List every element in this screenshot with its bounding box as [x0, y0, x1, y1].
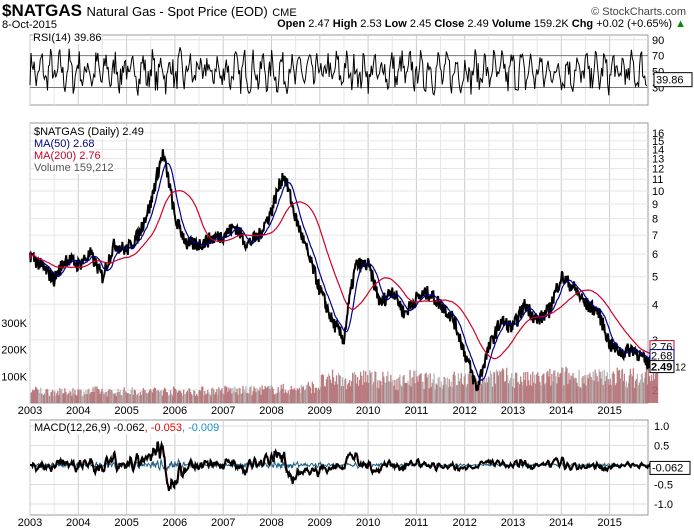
- year-label: 2010: [356, 405, 380, 417]
- chart-canvas: 2003 2004 2005 2006 2007 2008 2009 2010 2011 2012…: [1, 34, 693, 529]
- year-label: 2008: [259, 405, 283, 417]
- year-label: 2004: [66, 517, 90, 529]
- year-label: 2012: [452, 405, 476, 417]
- price-tick: 8: [652, 214, 658, 226]
- chg-value: +0.02 (+0.65%): [596, 18, 673, 30]
- year-label: 2006: [163, 517, 187, 529]
- price-last-tag-value: 2.49: [651, 362, 672, 374]
- price-tick: 7: [652, 230, 658, 242]
- year-label: 2009: [308, 517, 332, 529]
- year-label: 2005: [114, 517, 138, 529]
- rsi-tick: 70: [652, 51, 664, 63]
- rsi-legend: RSI(14) 39.86: [33, 32, 102, 44]
- year-label: 2007: [211, 517, 235, 529]
- chg-label: Chg: [571, 18, 594, 30]
- macd-tick: 0.5: [654, 441, 669, 453]
- quote-date: 8-Oct-2015: [2, 19, 58, 31]
- year-label: 2014: [549, 517, 573, 529]
- panel-main: [29, 122, 649, 404]
- price-tick: 6: [652, 249, 658, 261]
- price-tick: 11: [652, 174, 663, 186]
- year-label: 2013: [501, 405, 525, 417]
- macd-legend: MACD(12,26,9) -0.062, -0.053, -0.009: [34, 422, 220, 434]
- year-label: 2015: [597, 517, 621, 529]
- security-name: Natural Gas - Spot Price (EOD): [86, 4, 268, 19]
- ma200-legend: MA(200) 2.76: [34, 150, 101, 162]
- close-value: 2.49: [467, 18, 489, 30]
- header-title: $NATGAS Natural Gas - Spot Price (EOD) C…: [2, 1, 297, 21]
- year-label: 2004: [66, 405, 90, 417]
- year-label: 2012: [452, 517, 476, 529]
- year-label: 2003: [18, 405, 42, 417]
- year-label: 2013: [501, 517, 525, 529]
- low-value: 2.45: [409, 18, 432, 30]
- year-label: 2005: [114, 405, 138, 417]
- macd-tick: -0.5: [654, 480, 673, 492]
- quote-summary: Open 2.47 High 2.53 Low 2.45 Close 2.49 …: [277, 18, 686, 30]
- volume-label: Volume: [491, 18, 531, 30]
- ma50-legend: MA(50) 2.68: [34, 138, 95, 150]
- year-label: 2007: [211, 405, 235, 417]
- volume-tick: 300K: [1, 318, 27, 330]
- macd-signal: , -0.053: [144, 422, 182, 434]
- symbol: $NATGAS: [2, 1, 82, 20]
- year-label: 2011: [405, 405, 429, 417]
- year-label: 2008: [259, 517, 283, 529]
- macd-last-value: -0.062: [652, 462, 683, 474]
- close-label: Close: [434, 18, 465, 30]
- chart-container: 2003 2004 2005 2006 2007 2008 2009 2010 2011 2012…: [0, 0, 694, 531]
- year-label: 2011: [405, 517, 429, 529]
- volume-value: 159.2K: [533, 18, 569, 30]
- macd-hist: , -0.009: [181, 422, 220, 434]
- price-tick: 9: [652, 199, 658, 211]
- low-label: Low: [384, 18, 407, 30]
- year-label: 2015: [597, 405, 621, 417]
- macd-value: MACD(12,26,9) -0.062: [34, 422, 145, 434]
- up-arrow-icon: ▲: [675, 18, 686, 30]
- open-label: Open: [277, 18, 306, 30]
- macd-tick: 1.0: [654, 421, 669, 433]
- volume-tick: 100K: [1, 371, 27, 383]
- price-tick: 4: [652, 299, 658, 311]
- year-label: 2014: [549, 405, 573, 417]
- year-label: 2003: [18, 517, 42, 529]
- price-tick: 10: [652, 186, 664, 198]
- rsi-last-value: 39.86: [656, 75, 684, 87]
- volume-last-tag: 12: [675, 363, 687, 374]
- macd-tick: -1.0: [654, 499, 673, 511]
- copyright[interactable]: © StockCharts.com: [591, 6, 686, 18]
- price-legend: $NATGAS (Daily) 2.49: [34, 126, 144, 138]
- year-label: 2010: [356, 517, 380, 529]
- price-tick: 5: [652, 272, 658, 284]
- high-value: 2.53: [360, 18, 382, 30]
- rsi-tick: 90: [652, 35, 664, 47]
- high-label: High: [332, 18, 358, 30]
- volume-tick: 200K: [1, 345, 27, 357]
- volume-legend: Volume 159,212: [34, 162, 114, 174]
- year-label: 2006: [163, 405, 187, 417]
- year-label: 2009: [308, 405, 332, 417]
- open-value: 2.47: [308, 18, 330, 30]
